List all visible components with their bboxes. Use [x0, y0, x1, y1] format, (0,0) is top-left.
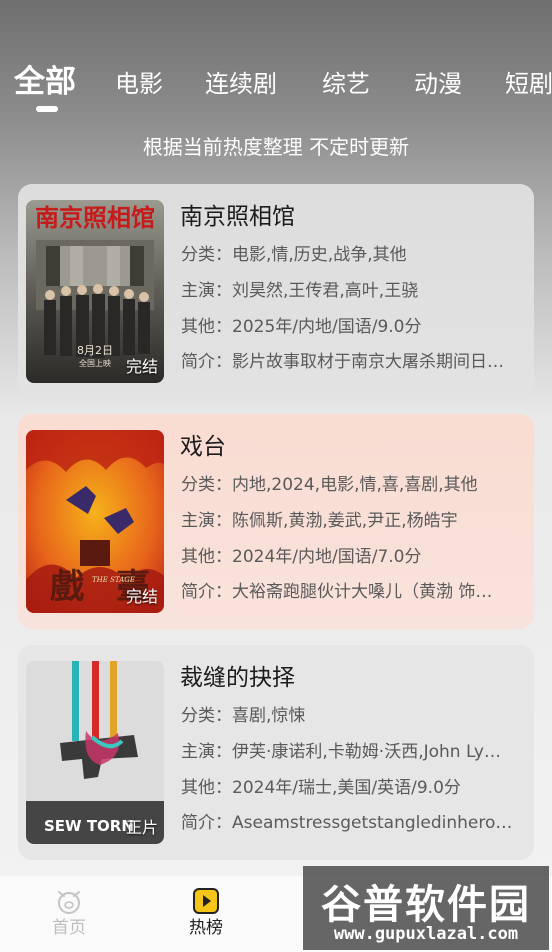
play-square-icon: [193, 888, 219, 914]
tab-series[interactable]: 连续剧: [205, 60, 277, 108]
item-title: 戏台: [180, 434, 226, 460]
tab-short-drama[interactable]: 短剧: [505, 60, 552, 108]
pig-face-icon: [58, 891, 80, 914]
category-tabs: 全部 电影 连续剧 综艺 动漫 短剧: [0, 58, 552, 114]
item-intro: 简介：影片故事取材于南京大屠杀期间日…: [181, 352, 504, 372]
list-item[interactable]: 南京照相馆 8月2日 全国上映 完结 南京照相馆 分类：电影,情,历史,战争,其…: [18, 184, 534, 399]
active-tab-indicator: [36, 106, 58, 112]
nav-home[interactable]: 首页: [29, 888, 109, 940]
poster-image: 戲 臺 THE STAGE 完结: [26, 430, 164, 613]
watermark-logo: 谷普软件园: [321, 882, 531, 928]
nav-hot-label: 热榜: [189, 918, 223, 938]
status-badge: 正片: [125, 818, 158, 837]
poster-title-text: SEW TORN: [44, 817, 134, 835]
poster-image: SEW TORN 正片: [26, 661, 164, 844]
tab-variety[interactable]: 综艺: [322, 60, 370, 108]
list-item[interactable]: SEW TORN 正片 裁缝的抉择 分类：喜剧,惊悚 主演：伊芙·康诺利,卡勒姆…: [18, 645, 534, 860]
item-category: 分类：电影,情,历史,战争,其他: [181, 245, 407, 265]
watermark-url: www.gupuxlazal.com: [333, 924, 519, 944]
poster-release-text: 全国上映: [79, 358, 111, 368]
item-cast: 主演：刘昊然,王传君,高叶,王骁: [181, 281, 419, 301]
status-badge: 完结: [125, 357, 158, 376]
poster-image: 南京照相馆 8月2日 全国上映 完结: [26, 200, 164, 383]
tab-anime[interactable]: 动漫: [414, 60, 462, 108]
nav-hot-list[interactable]: 热榜: [166, 888, 246, 940]
item-title: 南京照相馆: [180, 204, 295, 230]
nav-home-label: 首页: [52, 918, 86, 938]
tab-movies[interactable]: 电影: [115, 60, 163, 108]
list-item[interactable]: 戲 臺 THE STAGE 完结 戏台 分类：内地,2024,电影,情,喜,喜剧…: [18, 414, 534, 629]
poster-char-1: 戲: [50, 567, 84, 607]
tab-all[interactable]: 全部: [14, 58, 76, 106]
poster-date-text: 8月2日: [77, 344, 113, 357]
status-badge: 完结: [125, 587, 158, 606]
item-other: 其他：2024年/内地/国语/7.0分: [181, 547, 422, 567]
item-title: 裁缝的抉择: [180, 665, 295, 691]
poster-title-text: 南京照相馆: [35, 203, 155, 232]
item-intro: 简介：Aseamstressgetstangledinherow…: [181, 813, 526, 833]
watermark: 谷普软件园 www.gupuxlazal.com: [303, 866, 549, 950]
item-cast: 主演：伊芙·康诺利,卡勒姆·沃西,John Ly…: [181, 742, 501, 762]
ranking-subtitle: 根据当前热度整理 不定时更新: [142, 135, 410, 159]
item-intro: 简介：大裕斋跑腿伙计大嗓儿（黄渤 饰…: [181, 582, 493, 602]
item-category: 分类：内地,2024,电影,情,喜,喜剧,其他: [181, 475, 478, 495]
item-category: 分类：喜剧,惊悚: [181, 706, 306, 726]
item-cast: 主演：陈佩斯,黄渤,姜武,尹正,杨皓宇: [181, 511, 458, 531]
item-other: 其他：2025年/内地/国语/9.0分: [181, 317, 422, 337]
item-other: 其他：2024年/瑞士,美国/英语/9.0分: [181, 778, 461, 798]
